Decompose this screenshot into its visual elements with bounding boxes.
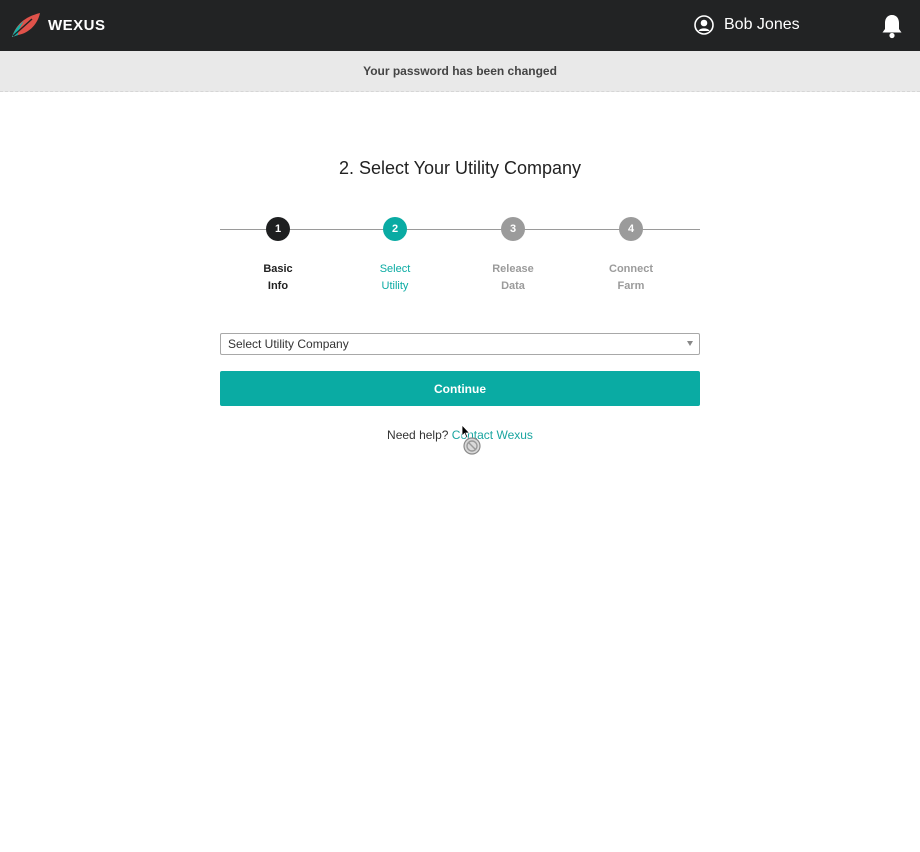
step-label-line: Info: [267, 280, 289, 292]
progress-stepper: 1 Basic Info 2 Select Utility 3 Release …: [220, 217, 700, 307]
notice-message: Your password has been changed: [363, 64, 557, 78]
step-select-utility[interactable]: 2 Select Utility: [355, 217, 435, 295]
step-label-line: Data: [501, 280, 525, 292]
step-label: Release Data: [473, 261, 553, 295]
user-name: Bob Jones: [724, 16, 800, 33]
brand[interactable]: WEXUS: [10, 11, 106, 39]
dropdown-caret-icon: [687, 341, 693, 346]
help-text: Need help? Contact Wexus: [0, 428, 920, 442]
step-connect-farm[interactable]: 4 Connect Farm: [591, 217, 671, 295]
step-number: 3: [501, 217, 525, 241]
step-label-line: Basic: [263, 263, 293, 275]
step-label-line: Farm: [617, 280, 645, 292]
step-release-data[interactable]: 3 Release Data: [473, 217, 553, 295]
step-label-line: Select: [379, 263, 411, 275]
utility-company-select[interactable]: Select Utility Company: [220, 333, 700, 355]
user-menu[interactable]: Bob Jones: [694, 15, 800, 35]
step-label-line: Connect: [609, 263, 653, 275]
help-prefix: Need help?: [387, 428, 449, 442]
select-value: Select Utility Company: [228, 337, 349, 351]
step-basic-info[interactable]: 1 Basic Info: [238, 217, 318, 295]
step-number: 2: [383, 217, 407, 241]
brand-name: WEXUS: [48, 16, 106, 34]
step-label: Basic Info: [238, 261, 318, 295]
page-title: 2. Select Your Utility Company: [338, 158, 582, 178]
user-icon: [694, 15, 714, 35]
not-allowed-cursor-icon: [461, 424, 481, 455]
step-number: 4: [619, 217, 643, 241]
step-label: Select Utility: [355, 261, 435, 295]
step-label: Connect Farm: [591, 261, 671, 295]
notifications-button[interactable]: [864, 0, 920, 51]
password-changed-notice: Your password has been changed: [0, 51, 920, 92]
continue-button[interactable]: Continue: [220, 371, 700, 406]
top-navbar: WEXUS Bob Jones: [0, 0, 920, 51]
step-label-line: Utility: [381, 280, 409, 292]
step-label-line: Release: [492, 263, 534, 275]
step-number: 1: [266, 217, 290, 241]
wexus-logo-icon: [12, 13, 40, 37]
bell-icon: [882, 14, 902, 38]
